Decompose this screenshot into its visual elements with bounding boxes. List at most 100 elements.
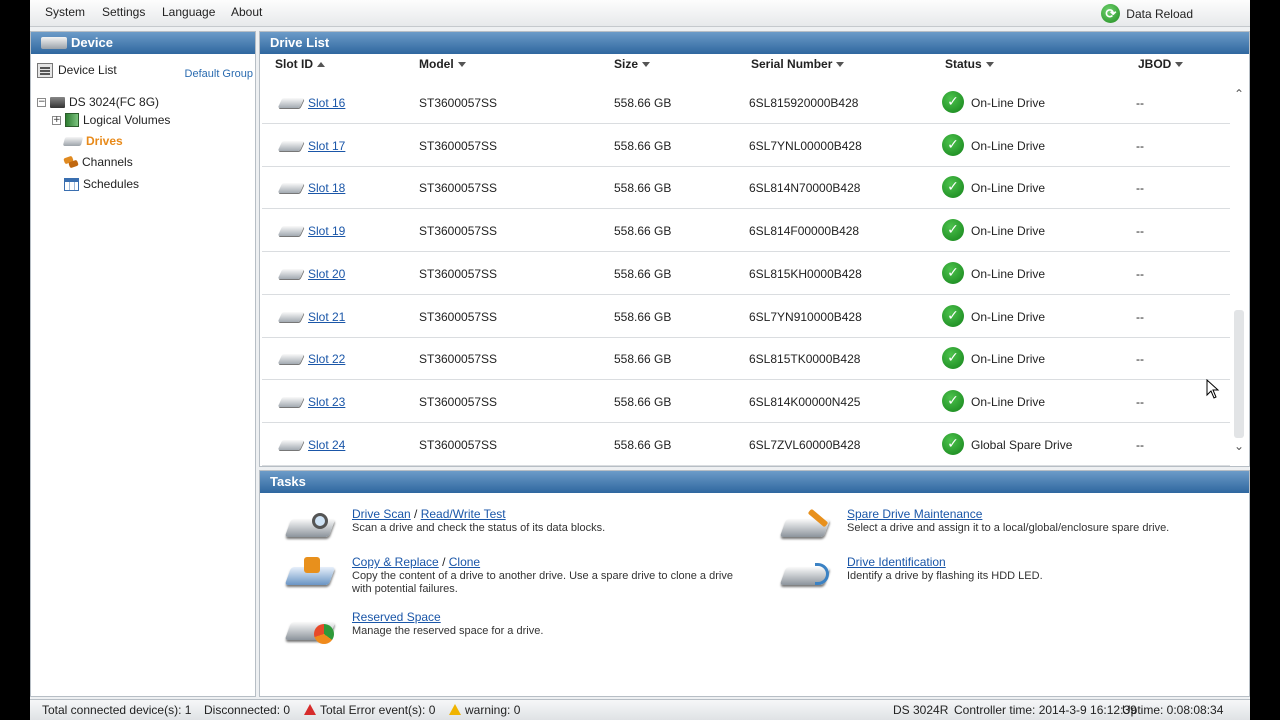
copy-replace-link[interactable]: Copy & Replace [352, 555, 439, 569]
drive-size: 558.66 GB [614, 394, 672, 409]
menu-bar: System Settings Language About ⟳ Data Re… [30, 0, 1250, 27]
scroll-down-icon[interactable]: ⌄ [1233, 440, 1245, 452]
default-group-link[interactable]: Default Group [185, 68, 253, 80]
calendar-icon [64, 177, 79, 191]
slot-link[interactable]: Slot 17 [308, 139, 345, 153]
drive-serial: 6SL7YN910000B428 [749, 309, 862, 324]
drive-row[interactable]: Slot 24 ST3600057SS 558.66 GB 6SL7ZVL60000B… [262, 424, 1230, 466]
drive-model: ST3600057SS [419, 138, 498, 153]
menu-language[interactable]: Language [162, 5, 215, 19]
drive-identification-link[interactable]: Drive Identification [847, 555, 946, 569]
device-name: DS 3024(FC 8G) [69, 95, 160, 109]
drive-model: ST3600057SS [419, 181, 498, 196]
reserved-space-title: Reserved Space [352, 610, 441, 624]
drive-row[interactable]: Slot 23 ST3600057SS 558.66 GB 6SL814K00000N… [262, 381, 1230, 423]
column-jbod[interactable]: JBOD [1138, 57, 1184, 71]
device-icon [41, 37, 67, 49]
drive-status: Global Spare Drive [971, 437, 1073, 452]
drive-status: On-Line Drive [971, 352, 1046, 367]
reserved-space-link[interactable]: Reserved Space [352, 610, 441, 624]
drive-status: On-Line Drive [971, 181, 1046, 196]
drives-label: Drives [86, 134, 123, 148]
device-list-label[interactable]: Device List [58, 63, 117, 77]
drive-size: 558.66 GB [614, 437, 672, 452]
drive-icon [277, 354, 305, 365]
collapse-icon[interactable]: − [37, 97, 46, 107]
drive-size: 558.66 GB [614, 96, 672, 110]
tree-node-drives[interactable]: Drives [62, 132, 123, 150]
column-size[interactable]: Size [614, 57, 651, 71]
column-serial-number[interactable]: Serial Number [751, 57, 845, 71]
drive-model: ST3600057SS [419, 437, 498, 452]
scroll-up-icon[interactable]: ⌃ [1233, 88, 1245, 100]
slot-link[interactable]: Slot 23 [308, 395, 345, 409]
drive-model: ST3600057SS [419, 96, 498, 110]
drive-row[interactable]: Slot 20 ST3600057SS 558.66 GB 6SL815KH0000B… [262, 253, 1230, 295]
slot-link[interactable]: Slot 16 [308, 96, 345, 110]
drive-list-header: Drive List [260, 32, 1249, 54]
sort-menu-icon [457, 61, 466, 67]
task-reserved-space: Reserved Space Manage the reserved space… [284, 610, 754, 650]
link-separator: / [414, 507, 418, 521]
tree-node-device[interactable]: − DS 3024(FC 8G) [37, 93, 159, 111]
drive-icon [62, 136, 84, 146]
drive-serial: 6SL7ZVL60000B428 [749, 437, 861, 452]
drive-icon [277, 396, 305, 407]
drive-row[interactable]: Slot 21 ST3600057SS 558.66 GB 6SL7YN910000B… [262, 296, 1230, 338]
menu-system[interactable]: System [45, 5, 85, 19]
logical-volume-icon [65, 113, 79, 127]
drive-model: ST3600057SS [419, 266, 498, 281]
slot-link[interactable]: Slot 21 [308, 310, 345, 324]
drive-size: 558.66 GB [614, 181, 672, 196]
drive-jbod: -- [1136, 224, 1144, 239]
read-write-test-link[interactable]: Read/Write Test [421, 507, 506, 521]
drive-identification-description: Identify a drive by flashing its HDD LED… [847, 570, 1043, 582]
slot-link[interactable]: Slot 19 [308, 224, 345, 238]
column-model-label: Model [419, 57, 454, 71]
drive-size: 558.66 GB [614, 266, 672, 281]
scroll-thumb[interactable] [1234, 310, 1244, 438]
drive-model: ST3600057SS [419, 224, 498, 239]
drive-serial: 6SL815KH0000B428 [749, 266, 862, 281]
drive-scan-link[interactable]: Drive Scan [352, 507, 411, 521]
slot-link[interactable]: Slot 20 [308, 267, 345, 281]
drive-row[interactable]: Slot 17 ST3600057SS 558.66 GB 6SL7YNL00000B… [262, 125, 1230, 167]
uptime: Uptime: 0:08:08:34 [1122, 703, 1224, 717]
warning-events: warning: 0 [449, 703, 520, 717]
column-slot-id[interactable]: Slot ID [275, 57, 325, 71]
reload-icon: ⟳ [1101, 4, 1121, 23]
device-panel: Device Device List Default Group − DS 30… [30, 31, 256, 697]
drive-serial: 6SL7YNL00000B428 [749, 138, 862, 153]
warning-icon [449, 704, 461, 715]
drive-row[interactable]: Slot 18 ST3600057SS 558.66 GB 6SL814N70000B… [262, 167, 1230, 210]
channels-icon [64, 156, 78, 168]
clone-link[interactable]: Clone [449, 555, 480, 569]
menu-settings[interactable]: Settings [102, 5, 145, 19]
channels-label: Channels [82, 155, 133, 169]
column-status[interactable]: Status [945, 57, 994, 71]
device-panel-header: Device [31, 32, 255, 54]
drive-row[interactable]: Slot 19 ST3600057SS 558.66 GB 6SL814F00000B… [262, 210, 1230, 253]
data-reload-button[interactable]: ⟳ Data Reload [1101, 4, 1193, 23]
column-model[interactable]: Model [419, 57, 466, 71]
slot-link[interactable]: Slot 18 [308, 181, 345, 195]
menu-about[interactable]: About [231, 5, 262, 19]
tree-node-schedules[interactable]: Schedules [64, 175, 139, 193]
slot-link[interactable]: Slot 24 [308, 438, 345, 452]
drive-row[interactable]: Slot 22 ST3600057SS 558.66 GB 6SL815TK0000B… [262, 338, 1230, 381]
logical-volumes-label: Logical Volumes [83, 113, 171, 127]
expand-icon[interactable]: + [52, 115, 61, 125]
drive-jbod: -- [1136, 266, 1144, 281]
drive-list-scrollbar[interactable]: ⌃ ⌄ [1229, 82, 1249, 462]
drive-row[interactable]: Slot 16 ST3600057SS 558.66 GB 6SL815920000B… [262, 82, 1230, 124]
slot-link[interactable]: Slot 22 [308, 352, 345, 366]
tasks-panel: Tasks Drive Scan / Read/Write Test Scan … [259, 470, 1250, 697]
mouse-pointer-icon [1206, 379, 1220, 399]
drive-icon [277, 268, 305, 279]
tree-node-logical-volumes[interactable]: + Logical Volumes [52, 111, 170, 129]
disconnected-count: Disconnected: 0 [204, 703, 291, 717]
spare-drive-maintenance-link[interactable]: Spare Drive Maintenance [847, 507, 982, 521]
tree-node-channels[interactable]: Channels [64, 153, 133, 171]
drive-status: On-Line Drive [971, 394, 1046, 409]
drive-serial: 6SL814N70000B428 [749, 181, 861, 196]
